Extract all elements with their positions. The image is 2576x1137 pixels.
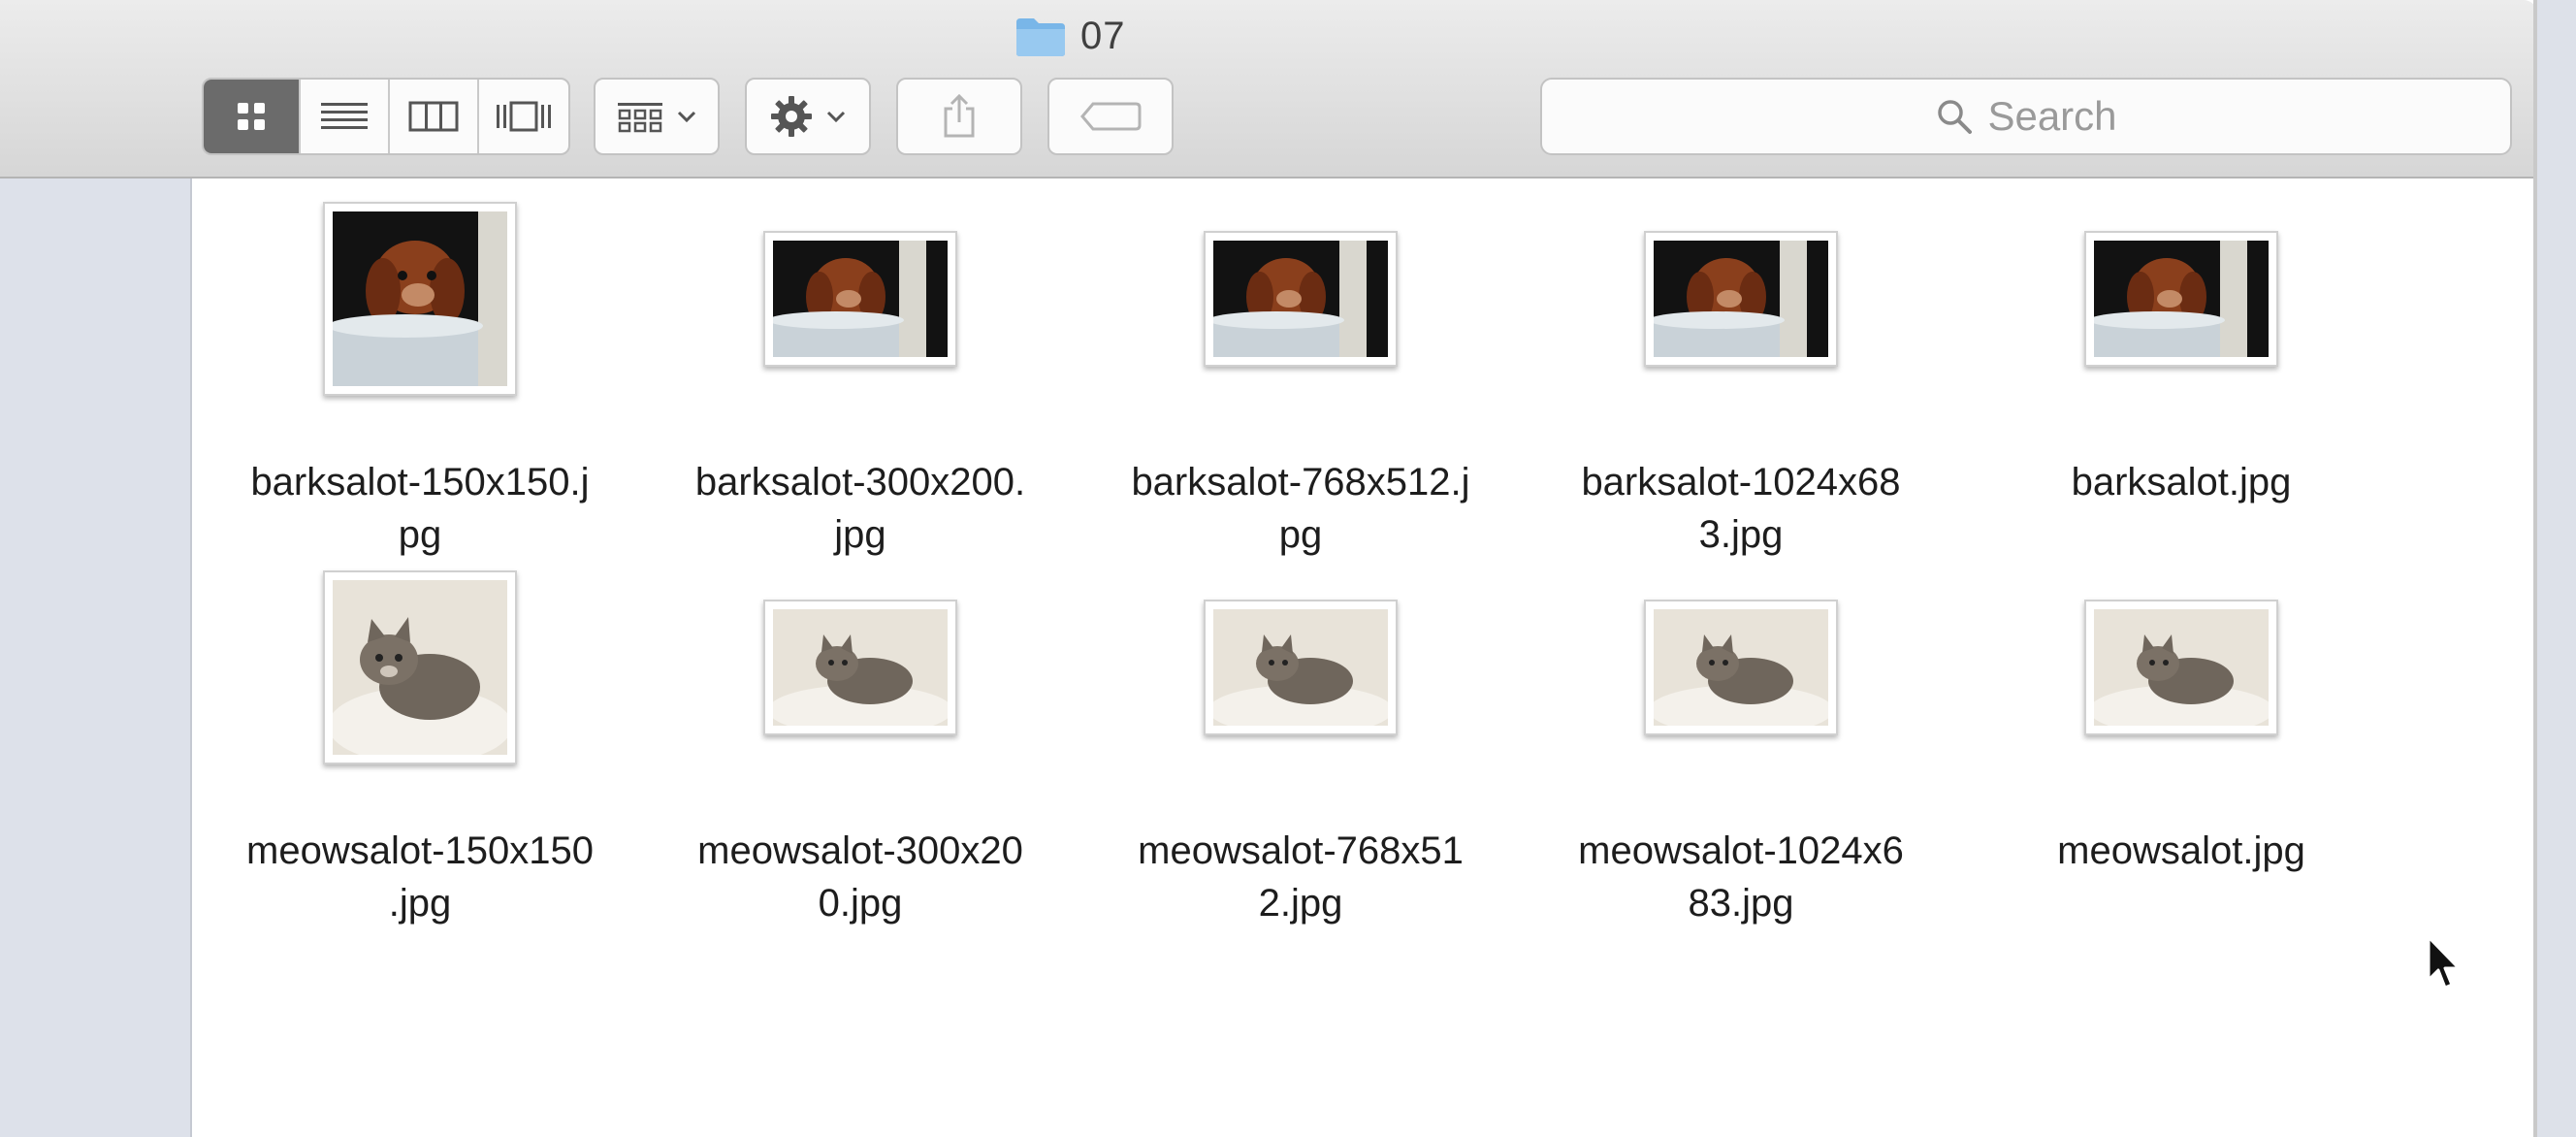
- file-item[interactable]: meowsalot-1024x6 83.jpg: [1542, 570, 1940, 925]
- dog-photo-thumbnail: [773, 241, 948, 357]
- file-name-label: meowsalot-1024x6 83.jpg: [1578, 829, 1904, 925]
- desktop-background: [2537, 0, 2576, 1137]
- view-mode-control: [202, 78, 570, 155]
- column-view-icon: [408, 101, 459, 132]
- dog-photo-thumbnail: [333, 211, 507, 386]
- search-field[interactable]: Search: [1540, 78, 2512, 155]
- file-item[interactable]: barksalot.jpg: [1982, 202, 2380, 551]
- file-thumbnail: [323, 570, 517, 764]
- window-title: 07: [1014, 12, 1126, 60]
- chevron-down-icon: [677, 111, 696, 123]
- file-thumbnail: [2084, 231, 2278, 367]
- list-view-button[interactable]: [301, 80, 390, 153]
- file-thumbnail: [1644, 600, 1838, 735]
- window-title-text: 07: [1080, 14, 1126, 57]
- arrange-grid-icon: [618, 103, 662, 133]
- file-name-label: barksalot.jpg: [2071, 461, 2292, 504]
- file-item[interactable]: meowsalot-768x51 2.jpg: [1102, 570, 1499, 925]
- file-item[interactable]: barksalot-300x200. jpg: [661, 202, 1059, 556]
- cat-photo-thumbnail: [1213, 609, 1388, 726]
- file-thumbnail: [1204, 600, 1398, 735]
- cover-flow-button[interactable]: [479, 80, 568, 153]
- dog-photo-thumbnail: [2094, 241, 2269, 357]
- file-item[interactable]: meowsalot-300x20 0.jpg: [661, 570, 1059, 925]
- file-thumbnail: [1644, 231, 1838, 367]
- file-name-label: barksalot-150x150.j pg: [250, 461, 590, 556]
- file-name-label: meowsalot-150x150 .jpg: [246, 829, 594, 925]
- file-item[interactable]: meowsalot.jpg: [1982, 570, 2380, 920]
- file-item[interactable]: barksalot-768x512.j pg: [1102, 202, 1499, 556]
- file-thumbnail: [763, 231, 957, 367]
- dog-photo-thumbnail: [1654, 241, 1828, 357]
- chevron-down-icon: [826, 111, 846, 123]
- search-icon: [1938, 100, 1973, 134]
- dog-photo-thumbnail: [1213, 241, 1388, 357]
- finder-toolbar: 07 Search: [0, 0, 2537, 179]
- gear-icon: [771, 96, 812, 137]
- file-name-label: barksalot-1024x68 3.jpg: [1581, 461, 1901, 556]
- share-icon: [944, 93, 975, 138]
- arrange-button[interactable]: [594, 78, 720, 155]
- share-button[interactable]: [896, 78, 1022, 155]
- file-item[interactable]: barksalot-1024x68 3.jpg: [1542, 202, 1940, 556]
- file-thumbnail: [2084, 600, 2278, 735]
- file-name-label: meowsalot-768x51 2.jpg: [1138, 829, 1464, 925]
- file-name-label: meowsalot.jpg: [2057, 829, 2305, 872]
- folder-icon: [1014, 15, 1067, 57]
- file-name-label: barksalot-300x200. jpg: [694, 461, 1026, 556]
- tag-icon: [1080, 102, 1142, 131]
- cat-photo-thumbnail: [2094, 609, 2269, 726]
- file-thumbnail: [1204, 231, 1398, 367]
- file-thumbnail: [323, 202, 517, 396]
- column-view-button[interactable]: [390, 80, 479, 153]
- window-edge: [2533, 0, 2537, 1137]
- action-button[interactable]: [745, 78, 871, 155]
- icon-view-button[interactable]: [204, 80, 301, 153]
- file-item[interactable]: barksalot-150x150.j pg: [221, 202, 619, 556]
- sidebar: [0, 179, 192, 1137]
- search-placeholder: Search: [1987, 93, 2117, 139]
- tags-button[interactable]: [1047, 78, 1174, 155]
- mouse-pointer-icon: [2427, 935, 2461, 990]
- file-name-label: meowsalot-300x20 0.jpg: [697, 829, 1023, 925]
- file-name-label: barksalot-768x512.j pg: [1131, 461, 1470, 556]
- file-grid: barksalot-150x150.j pg barksalot-300x200.…: [192, 179, 2533, 1137]
- file-thumbnail: [763, 600, 957, 735]
- list-view-icon: [321, 103, 368, 129]
- cat-photo-thumbnail: [773, 609, 948, 726]
- cover-flow-icon: [497, 101, 551, 132]
- cat-photo-thumbnail: [1654, 609, 1828, 726]
- icon-view-icon: [238, 103, 265, 130]
- cat-photo-thumbnail: [333, 580, 507, 755]
- file-item[interactable]: meowsalot-150x150 .jpg: [221, 570, 619, 925]
